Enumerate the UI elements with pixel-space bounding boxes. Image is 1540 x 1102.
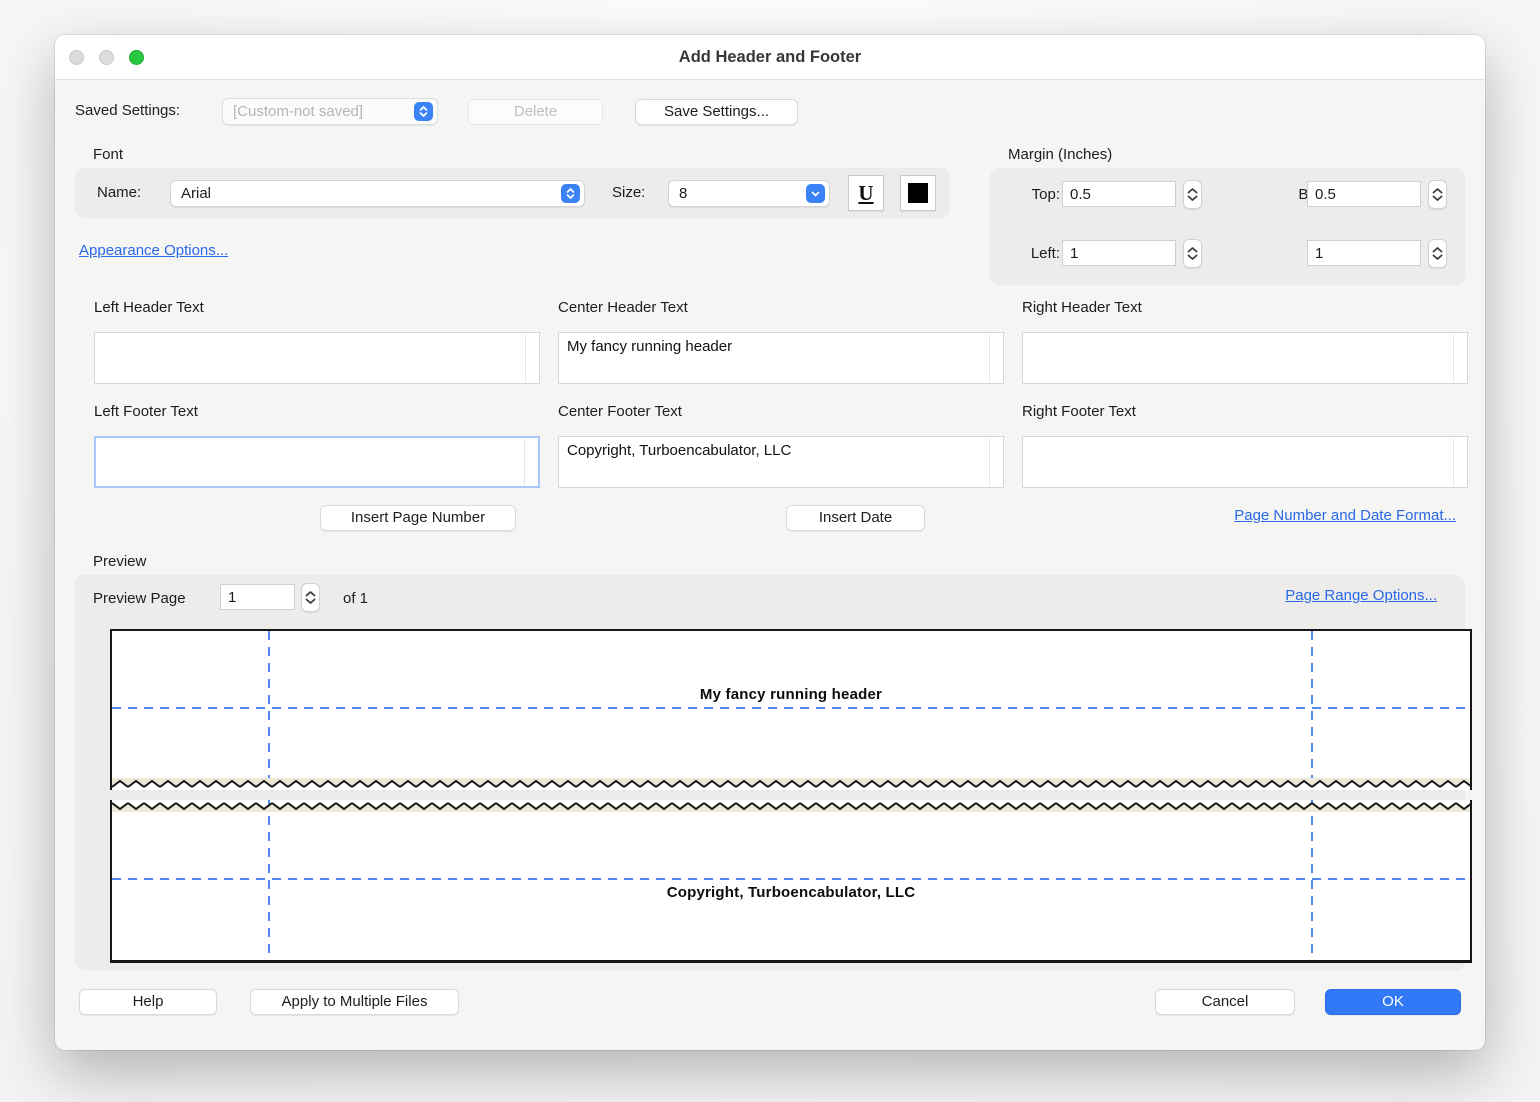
window-title: Add Header and Footer xyxy=(55,35,1485,80)
margin-left-stepper[interactable] xyxy=(1183,239,1202,268)
bottom-margin-guide xyxy=(112,878,1470,880)
center-header-label: Center Header Text xyxy=(558,299,688,316)
chevron-up-icon xyxy=(1432,188,1443,194)
font-name-value: Arial xyxy=(181,185,211,202)
chevron-down-icon xyxy=(305,598,316,604)
right-header-input[interactable] xyxy=(1023,333,1467,383)
margin-right-stepper[interactable] xyxy=(1428,239,1447,268)
insert-date-button[interactable]: Insert Date xyxy=(786,505,925,531)
center-footer-input[interactable]: Copyright, Turboencabulator, LLC xyxy=(559,437,1003,487)
left-margin-guide xyxy=(268,800,270,960)
preview-page-count-label: of 1 xyxy=(343,590,368,607)
top-margin-guide xyxy=(112,707,1470,709)
chevron-up-down-icon xyxy=(561,184,580,203)
cancel-button[interactable]: Cancel xyxy=(1155,989,1295,1015)
center-footer-field-wrap: Copyright, Turboencabulator, LLC xyxy=(558,436,1004,488)
chevron-down-icon xyxy=(1432,195,1443,201)
left-header-label: Left Header Text xyxy=(94,299,204,316)
chevron-down-icon xyxy=(1432,254,1443,260)
right-margin-guide xyxy=(1311,631,1313,790)
font-size-label: Size: xyxy=(612,184,645,201)
left-footer-input[interactable] xyxy=(96,438,538,486)
chevron-up-icon xyxy=(1187,247,1198,253)
margin-top-label: Top: xyxy=(1010,186,1060,203)
right-footer-input[interactable] xyxy=(1023,437,1467,487)
chevron-up-icon xyxy=(1187,188,1198,194)
insert-page-number-button[interactable]: Insert Page Number xyxy=(320,505,516,531)
chevron-up-icon xyxy=(305,591,316,597)
apply-to-multiple-files-button[interactable]: Apply to Multiple Files xyxy=(250,989,459,1015)
margin-left-input[interactable] xyxy=(1062,240,1176,266)
chevron-up-icon xyxy=(1432,247,1443,253)
right-margin-guide xyxy=(1311,800,1313,960)
preview-page-stepper[interactable] xyxy=(301,583,320,612)
chevron-up-down-icon xyxy=(414,102,433,121)
titlebar: Add Header and Footer xyxy=(55,35,1485,80)
left-header-input[interactable] xyxy=(95,333,539,383)
saved-settings-label: Saved Settings: xyxy=(75,102,180,119)
preview-footer-text: Copyright, Turboencabulator, LLC xyxy=(112,884,1470,901)
font-size-value: 8 xyxy=(679,185,687,202)
preview-page-label: Preview Page xyxy=(93,590,186,607)
underline-button[interactable]: U xyxy=(848,175,884,211)
left-footer-field-wrap xyxy=(94,436,540,488)
add-header-footer-dialog: Add Header and Footer Saved Settings: [C… xyxy=(55,35,1485,1050)
preview-section-label: Preview xyxy=(93,553,146,570)
margin-bottom-stepper[interactable] xyxy=(1428,180,1447,209)
font-size-select[interactable]: 8 xyxy=(668,180,830,207)
margin-top-stepper[interactable] xyxy=(1183,180,1202,209)
color-swatch-black xyxy=(908,183,928,203)
appearance-options-link[interactable]: Appearance Options... xyxy=(79,242,228,259)
center-header-input[interactable]: My fancy running header xyxy=(559,333,1003,383)
font-name-label: Name: xyxy=(97,184,141,201)
saved-settings-select[interactable]: [Custom-not saved] xyxy=(222,98,438,125)
margin-left-label: Left: xyxy=(1010,245,1060,262)
delete-button[interactable]: Delete xyxy=(468,99,603,125)
chevron-down-icon xyxy=(1187,254,1198,260)
tear-edge-icon xyxy=(112,778,1470,790)
font-name-select[interactable]: Arial xyxy=(170,180,585,207)
font-section-label: Font xyxy=(93,146,123,163)
saved-settings-value: [Custom-not saved] xyxy=(233,103,363,120)
margin-right-input[interactable] xyxy=(1307,240,1421,266)
chevron-down-icon xyxy=(1187,195,1198,201)
right-header-label: Right Header Text xyxy=(1022,299,1142,316)
page-number-date-format-link[interactable]: Page Number and Date Format... xyxy=(1234,507,1456,524)
right-footer-field-wrap xyxy=(1022,436,1468,488)
help-button[interactable]: Help xyxy=(79,989,217,1015)
preview-page-top: My fancy running header xyxy=(110,629,1472,790)
left-margin-guide xyxy=(268,631,270,790)
tear-edge-icon xyxy=(112,800,1470,812)
preview-groupbox: Preview Page of 1 Page Range Options... … xyxy=(75,575,1465,970)
margin-bottom-input[interactable] xyxy=(1307,181,1421,207)
center-footer-label: Center Footer Text xyxy=(558,403,682,420)
margin-top-input[interactable] xyxy=(1062,181,1176,207)
left-header-field-wrap xyxy=(94,332,540,384)
margin-section-label: Margin (Inches) xyxy=(1008,146,1112,163)
preview-header-text: My fancy running header xyxy=(112,686,1470,703)
save-settings-button[interactable]: Save Settings... xyxy=(635,99,798,125)
right-footer-label: Right Footer Text xyxy=(1022,403,1136,420)
preview-page-bottom: Copyright, Turboencabulator, LLC xyxy=(110,800,1472,963)
chevron-down-icon xyxy=(806,184,825,203)
page-range-options-link[interactable]: Page Range Options... xyxy=(1285,587,1437,604)
preview-page-input[interactable] xyxy=(220,584,295,610)
font-color-button[interactable] xyxy=(900,175,936,211)
right-header-field-wrap xyxy=(1022,332,1468,384)
left-footer-label: Left Footer Text xyxy=(94,403,198,420)
center-header-field-wrap: My fancy running header xyxy=(558,332,1004,384)
underline-u-glyph: U xyxy=(858,181,873,206)
ok-button[interactable]: OK xyxy=(1325,989,1461,1015)
